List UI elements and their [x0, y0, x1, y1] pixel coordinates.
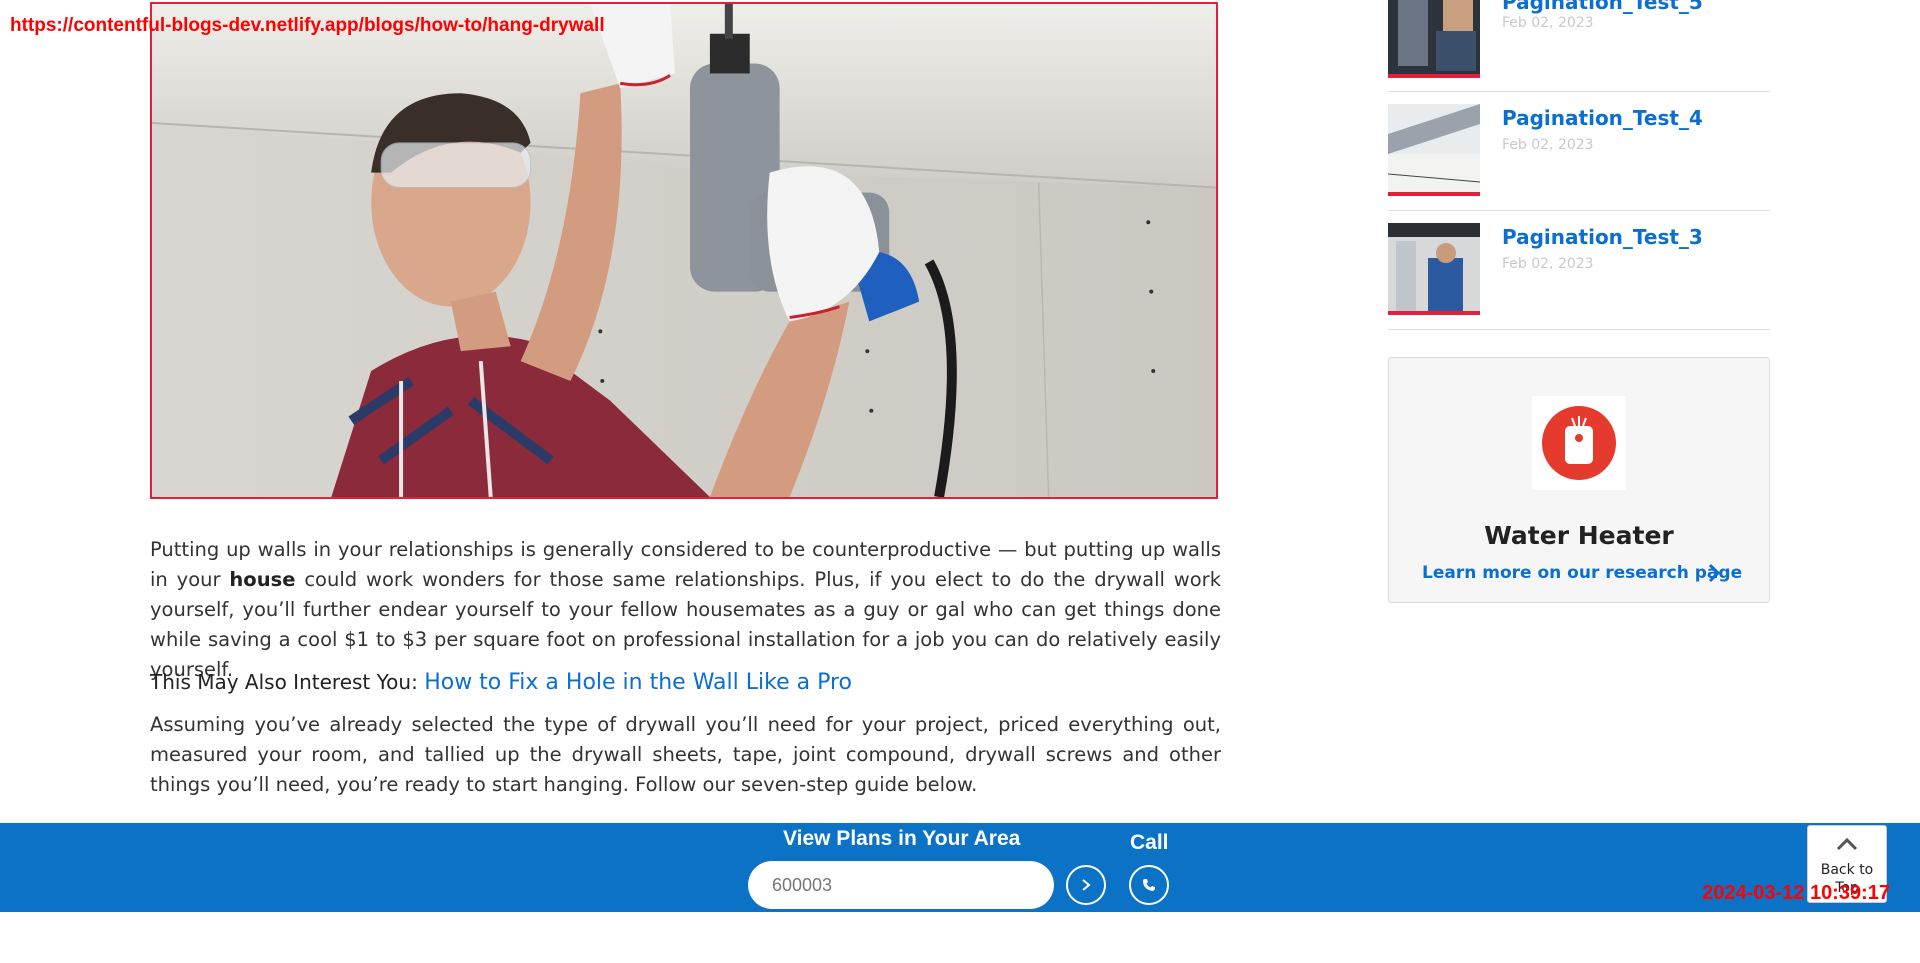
post-thumbnail[interactable] [1388, 223, 1480, 315]
chevron-right-icon[interactable] [1707, 563, 1721, 587]
post-title[interactable]: Pagination_Test_5 [1502, 0, 1703, 14]
article-body: Putting up walls in your relationships i… [150, 535, 1221, 800]
bold-house-text: house [229, 568, 296, 591]
url-overlay: https://contentful-blogs-dev.netlify.app… [10, 15, 605, 36]
research-page-link[interactable]: Learn more on our research page [1422, 563, 1742, 583]
phone-icon [1143, 879, 1155, 891]
post-thumbnail[interactable] [1388, 0, 1480, 78]
chevron-right-icon [1082, 879, 1091, 891]
water-heater-icon [1532, 396, 1626, 490]
recent-posts-list: Pagination_Test_5 Feb 02, 2023 Paginatio… [1388, 0, 1770, 330]
post-thumbnail[interactable] [1388, 104, 1480, 196]
call-label: Call [1130, 831, 1169, 854]
chevron-up-icon [1836, 837, 1858, 851]
list-item[interactable]: Pagination_Test_4 Feb 02, 2023 [1388, 92, 1770, 211]
post-date: Feb 02, 2023 [1502, 256, 1594, 272]
list-item[interactable]: Pagination_Test_3 Feb 02, 2023 [1388, 211, 1770, 330]
plans-bottom-bar: View Plans in Your Area Call [0, 823, 1920, 912]
drywall-worker-illustration [152, 4, 1216, 497]
timestamp-overlay: 2024-03-12 10:39:17 [1702, 882, 1890, 904]
related-article: This May Also Interest You: How to Fix a… [150, 667, 1221, 698]
view-plans-heading: View Plans in Your Area [783, 827, 1021, 850]
call-button[interactable] [1129, 865, 1169, 905]
article-paragraph-2: Assuming you’ve already selected the typ… [150, 713, 1221, 796]
post-date: Feb 02, 2023 [1502, 15, 1594, 31]
list-item[interactable]: Pagination_Test_5 Feb 02, 2023 [1388, 0, 1770, 92]
post-date: Feb 02, 2023 [1502, 137, 1594, 153]
zip-submit-button[interactable] [1066, 865, 1106, 905]
hero-image [150, 2, 1218, 499]
article-paragraph-1: Putting up walls in your relationships i… [150, 538, 1221, 681]
zip-code-input[interactable] [748, 861, 1054, 909]
card-title: Water Heater [1484, 521, 1674, 550]
post-title[interactable]: Pagination_Test_4 [1502, 106, 1703, 130]
research-card: Water Heater Learn more on our research … [1388, 357, 1770, 603]
post-title[interactable]: Pagination_Test_3 [1502, 225, 1703, 249]
related-article-link[interactable]: How to Fix a Hole in the Wall Like a Pro [424, 670, 852, 695]
related-label: This May Also Interest You: [150, 670, 418, 694]
